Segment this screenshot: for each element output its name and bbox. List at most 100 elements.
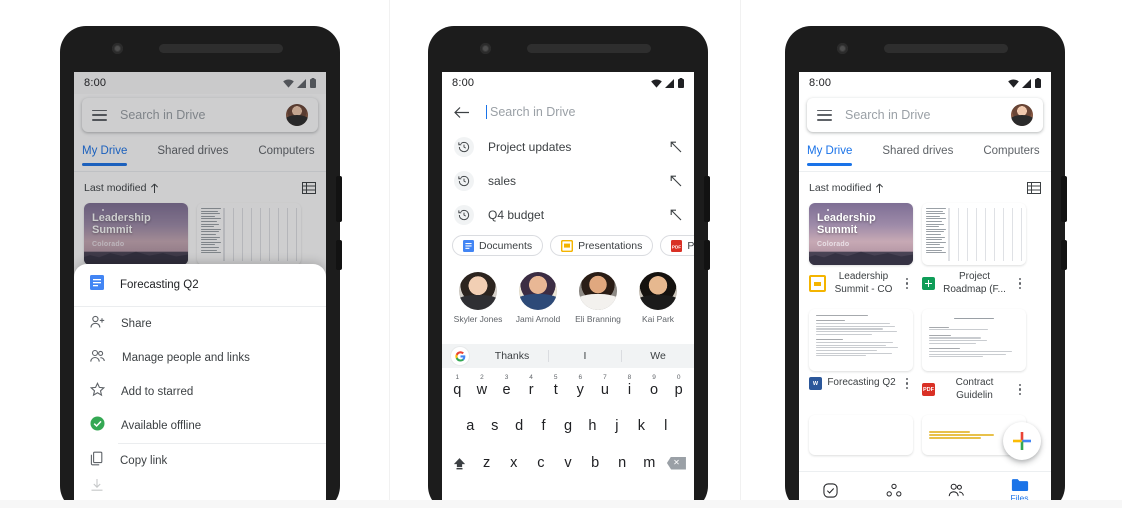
shared-people-icon (948, 483, 964, 496)
key-y[interactable]: 6y (568, 374, 593, 398)
file-overflow-menu[interactable] (1014, 278, 1026, 289)
person-suggestion[interactable]: Jami Arnold (510, 272, 566, 324)
tab-computers-3[interactable]: Computers (983, 140, 1039, 157)
chip-documents[interactable]: Documents (452, 235, 544, 256)
backspace-key-icon[interactable]: ✕ (663, 456, 690, 470)
panel-my-drive: 8:00 Search in Drive My Drive Shared dri… (745, 0, 1115, 500)
search-suggestion-3[interactable]: Q4 budget (442, 198, 694, 232)
key-l[interactable]: l (654, 418, 678, 434)
key-u[interactable]: 7u (593, 374, 618, 398)
search-input-2[interactable]: Search in Drive (486, 105, 575, 119)
person-suggestion[interactable]: Eli Branning (570, 272, 626, 324)
phone-screen-1: 8:00 Search in Drive My Drive Shared dri… (74, 72, 326, 500)
file-card-contract-guidelines[interactable]: PDF Contract Guidelin (922, 309, 1026, 402)
chip-pdf[interactable]: PDF PDF (660, 235, 694, 256)
key-n[interactable]: n (609, 455, 636, 471)
key-label: w (476, 382, 488, 398)
google-docs-icon (90, 275, 104, 295)
menu-hamburger-icon[interactable] (817, 109, 832, 121)
file-card-project-roadmap[interactable]: Project Roadmap (F... (922, 203, 1026, 296)
key-d[interactable]: d (507, 418, 531, 434)
tab-shared-drives-3[interactable]: Shared drives (882, 140, 953, 157)
sheet-item-manage-people[interactable]: Manage people and links (74, 341, 326, 375)
key-j[interactable]: j (605, 418, 629, 434)
key-i[interactable]: 8i (617, 374, 642, 398)
volume-button-2[interactable] (704, 176, 710, 222)
add-plus-icon (1013, 432, 1031, 450)
key-label: o (650, 382, 659, 398)
file-card-leadership-summit[interactable]: Leadership Summit Colorado Leadership Su… (809, 203, 913, 296)
file-overflow-menu[interactable] (1014, 384, 1026, 395)
tab-my-drive-3[interactable]: My Drive (807, 140, 853, 166)
create-new-fab[interactable] (1003, 422, 1041, 460)
power-button-3[interactable] (1061, 240, 1067, 270)
key-f[interactable]: f (531, 418, 555, 434)
nav-item-shared[interactable] (925, 483, 988, 498)
kb-suggestion-3[interactable]: We (622, 350, 694, 362)
insert-arrow-icon[interactable] (670, 175, 682, 187)
key-number: 5 (553, 374, 558, 381)
volume-button-1[interactable] (336, 176, 342, 222)
sheet-item-partial[interactable] (74, 478, 326, 496)
search-suggestion-1[interactable]: Project updates (442, 130, 694, 164)
key-m[interactable]: m (636, 455, 663, 471)
shift-key-icon[interactable] (446, 456, 473, 471)
file-overflow-menu[interactable] (901, 278, 913, 289)
search-input-3[interactable]: Search in Drive (845, 108, 1011, 122)
insert-arrow-icon[interactable] (670, 209, 682, 221)
sheet-item-available-offline[interactable]: Available offline (74, 409, 326, 443)
key-o[interactable]: 9o (642, 374, 667, 398)
search-bar-3[interactable]: Search in Drive (807, 98, 1043, 132)
person-suggestion[interactable]: Skyler Jones (450, 272, 506, 324)
file-action-sheet: Forecasting Q2 Share Manage people and l… (74, 264, 326, 500)
key-a[interactable]: a (458, 418, 482, 434)
avatar (519, 272, 557, 310)
svg-text:PDF: PDF (672, 244, 681, 249)
sheet-item-add-starred[interactable]: Add to starred (74, 375, 326, 409)
key-x[interactable]: x (500, 455, 527, 471)
key-b[interactable]: b (582, 455, 609, 471)
account-avatar-3[interactable] (1011, 104, 1033, 126)
search-bar-2[interactable]: Search in Drive (454, 98, 682, 126)
sheet-item-share[interactable]: Share (74, 307, 326, 341)
search-suggestion-2[interactable]: sales (442, 164, 694, 198)
google-g-icon[interactable] (451, 347, 469, 365)
phone-screen-2: 8:00 Search in Drive Project updates sal… (442, 72, 694, 500)
key-s[interactable]: s (482, 418, 506, 434)
power-button-2[interactable] (704, 240, 710, 270)
nav-item-files[interactable]: Files (988, 478, 1051, 500)
nav-item-workspaces[interactable] (862, 483, 925, 498)
key-e[interactable]: 3e (494, 374, 519, 398)
key-h[interactable]: h (580, 418, 604, 434)
kb-suggestion-2[interactable]: I (549, 350, 621, 362)
key-q[interactable]: 1q (445, 374, 470, 398)
tab-active-underline (807, 163, 853, 166)
key-t[interactable]: 5t (543, 374, 568, 398)
chip-presentations[interactable]: Presentations (550, 235, 654, 256)
insert-arrow-icon[interactable] (670, 141, 682, 153)
key-r[interactable]: 4r (519, 374, 544, 398)
key-w[interactable]: 2w (470, 374, 495, 398)
key-v[interactable]: v (554, 455, 581, 471)
sort-control-3[interactable]: Last modified (809, 182, 884, 194)
file-card-partial-1[interactable] (809, 415, 913, 455)
power-button-1[interactable] (336, 240, 342, 270)
sheet-item-label: Available offline (121, 420, 202, 432)
sort-label: Last modified (809, 182, 872, 194)
file-meta: Leadership Summit - CO (809, 271, 913, 296)
volume-button-3[interactable] (1061, 176, 1067, 222)
key-c[interactable]: c (527, 455, 554, 471)
file-card-forecasting-q2[interactable]: W Forecasting Q2 (809, 309, 913, 402)
key-z[interactable]: z (473, 455, 500, 471)
person-suggestion[interactable]: Kai Park (630, 272, 686, 324)
key-number: 3 (504, 374, 509, 381)
sheet-item-copy-link[interactable]: Copy link (74, 444, 326, 478)
key-k[interactable]: k (629, 418, 653, 434)
key-p[interactable]: 0p (666, 374, 691, 398)
kb-suggestion-1[interactable]: Thanks (476, 350, 548, 362)
list-view-icon[interactable] (1027, 182, 1041, 194)
key-g[interactable]: g (556, 418, 580, 434)
nav-item-priority[interactable] (799, 482, 862, 498)
file-overflow-menu[interactable] (901, 378, 913, 389)
back-arrow-icon[interactable] (454, 106, 470, 119)
